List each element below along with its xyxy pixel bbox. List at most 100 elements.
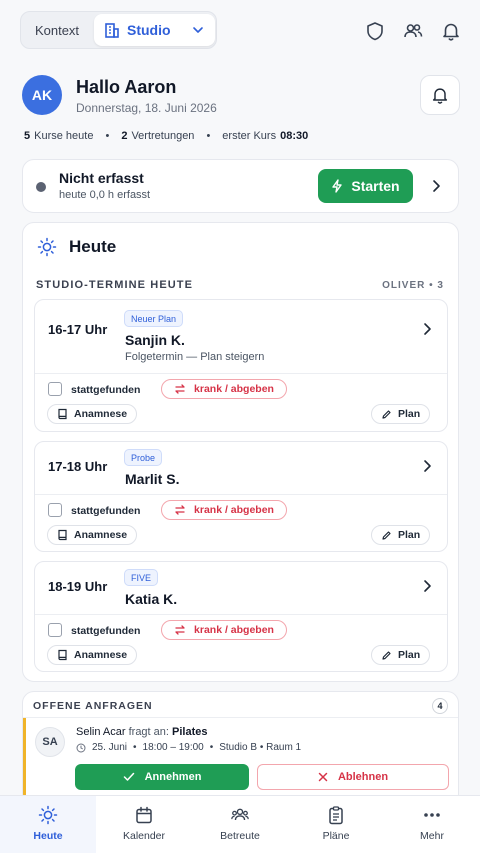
bell-icon[interactable] (440, 20, 462, 42)
bottom-navigation: Heute Kalender Betreute Pläne Mehr (0, 795, 480, 853)
studio-selector[interactable]: Studio (94, 14, 215, 46)
pending-indicator (23, 718, 26, 805)
book-icon (58, 529, 67, 541)
more-dots-icon (424, 813, 440, 817)
attended-label: stattgefunden (71, 505, 141, 517)
nav-item-more[interactable]: Mehr (384, 796, 480, 853)
chevron-right-icon[interactable] (421, 579, 433, 593)
greeting-section: AK Hallo Aaron Donnerstag, 18. Juni 2026… (0, 62, 480, 156)
start-label: Starten (351, 178, 400, 194)
attended-checkbox[interactable] (48, 382, 62, 396)
plan-button[interactable]: Plan (371, 525, 431, 545)
section-label: STUDIO-TERMINE HEUTE (36, 279, 194, 291)
attended-checkbox[interactable] (48, 503, 62, 517)
shield-icon[interactable] (364, 20, 386, 42)
attended-label: stattgefunden (71, 384, 141, 396)
notifications-button[interactable] (420, 75, 460, 115)
sun-icon (37, 237, 57, 257)
top-bar: Kontext Studio (0, 0, 480, 62)
current-date: Donnerstag, 18. Juni 2026 (76, 101, 217, 115)
anamnese-label: Anamnese (74, 408, 128, 420)
accept-label: Annehmen (144, 771, 202, 783)
sick-label: krank / abgeben (194, 383, 274, 395)
start-tracking-button[interactable]: Starten (318, 169, 413, 203)
appointment-card[interactable]: 18-19 Uhr FIVE Katia K. stattgefunden kr… (34, 561, 448, 672)
nav-label: Kalender (122, 830, 166, 842)
clipboard-icon (329, 806, 343, 825)
decline-button[interactable]: Ablehnen (257, 764, 449, 790)
greeting-title: Hallo Aaron (76, 77, 177, 97)
request-time: 18:00 – 19:00 (142, 742, 204, 753)
appointment-time: 18-19 Uhr (48, 579, 108, 594)
anamnese-button[interactable]: Anamnese (47, 404, 138, 424)
divider (35, 494, 447, 495)
context-label[interactable]: Kontext (21, 23, 93, 38)
anamnese-button[interactable]: Anamnese (47, 645, 138, 665)
sick-label: krank / abgeben (194, 504, 274, 516)
anamnese-label: Anamnese (74, 529, 128, 541)
status-indicator (36, 182, 46, 192)
appointment-note: Folgetermin — Plan steigern (125, 351, 265, 363)
request-item[interactable]: SA Selin Acar fragt an: Pilates 25. Juni… (23, 717, 458, 805)
swap-icon (175, 505, 185, 515)
appointment-tag: FIVE (124, 569, 159, 586)
client-name: Katia K. (125, 591, 178, 607)
swap-icon (175, 625, 185, 635)
client-name: Sanjin K. (125, 332, 185, 348)
time-tracking-card[interactable]: Nicht erfasst heute 0,0 h erfasst Starte… (22, 159, 459, 213)
request-room: Studio B • Raum 1 (219, 742, 302, 753)
sick-handover-button[interactable]: krank / abgeben (161, 379, 287, 399)
subs-label: Vertretungen (131, 130, 195, 142)
sun-icon (38, 805, 58, 825)
separator-dot: • (209, 742, 214, 753)
separator-dot: • (206, 130, 211, 142)
request-summary: Selin Acar fragt an: Pilates (76, 726, 207, 738)
today-header: Heute (37, 237, 116, 257)
plan-label: Plan (398, 649, 421, 661)
pencil-icon (382, 409, 391, 419)
nav-item-today[interactable]: Heute (0, 796, 96, 853)
appointment-time: 17-18 Uhr (48, 459, 108, 474)
plan-label: Plan (398, 529, 421, 541)
appointment-tag: Probe (124, 449, 163, 466)
anamnese-button[interactable]: Anamnese (47, 525, 138, 545)
sick-handover-button[interactable]: krank / abgeben (161, 500, 287, 520)
today-title: Heute (69, 237, 117, 256)
swap-icon (175, 384, 185, 394)
studio-label: Studio (127, 22, 171, 38)
appointment-card[interactable]: 16-17 Uhr Neuer Plan Sanjin K. Folgeterm… (34, 299, 448, 432)
chevron-right-icon[interactable] (421, 459, 433, 473)
appointment-tag: Neuer Plan (124, 310, 184, 327)
section-meta: OLIVER • 3 (382, 280, 444, 291)
lightning-icon (332, 179, 343, 193)
plan-label: Plan (398, 408, 421, 420)
courses-label: Kurse heute (34, 130, 94, 142)
daily-stats: 5 Kurse heute • 2 Vertretungen • erster … (24, 130, 312, 142)
chevron-right-icon[interactable] (430, 179, 442, 193)
attended-checkbox[interactable] (48, 623, 62, 637)
nav-item-plans[interactable]: Pläne (288, 796, 384, 853)
chevron-right-icon[interactable] (421, 322, 433, 336)
accept-button[interactable]: Annehmen (75, 764, 249, 790)
users-icon[interactable] (402, 20, 424, 42)
anamnese-label: Anamnese (74, 649, 128, 661)
subs-count: 2 (121, 130, 128, 142)
avatar[interactable]: AK (22, 75, 62, 115)
context-switcher[interactable]: Kontext Studio (20, 11, 217, 49)
clock-icon (76, 743, 86, 752)
plan-button[interactable]: Plan (371, 404, 431, 424)
sick-handover-button[interactable]: krank / abgeben (161, 620, 287, 640)
tracked-hours: heute 0,0 h erfasst (59, 189, 151, 201)
nav-item-clients[interactable]: Betreute (192, 796, 288, 853)
requests-count-badge: 4 (432, 698, 448, 714)
plan-button[interactable]: Plan (371, 645, 431, 665)
nav-item-calendar[interactable]: Kalender (96, 796, 192, 853)
book-icon (58, 649, 67, 661)
nav-label: Pläne (322, 830, 350, 842)
courses-count: 5 (24, 130, 31, 142)
avatar: SA (35, 727, 65, 757)
appointment-card[interactable]: 17-18 Uhr Probe Marlit S. stattgefunden … (34, 441, 448, 552)
appointment-time: 16-17 Uhr (48, 322, 108, 337)
requested-course: Pilates (172, 726, 208, 738)
nav-label: Betreute (220, 830, 260, 842)
